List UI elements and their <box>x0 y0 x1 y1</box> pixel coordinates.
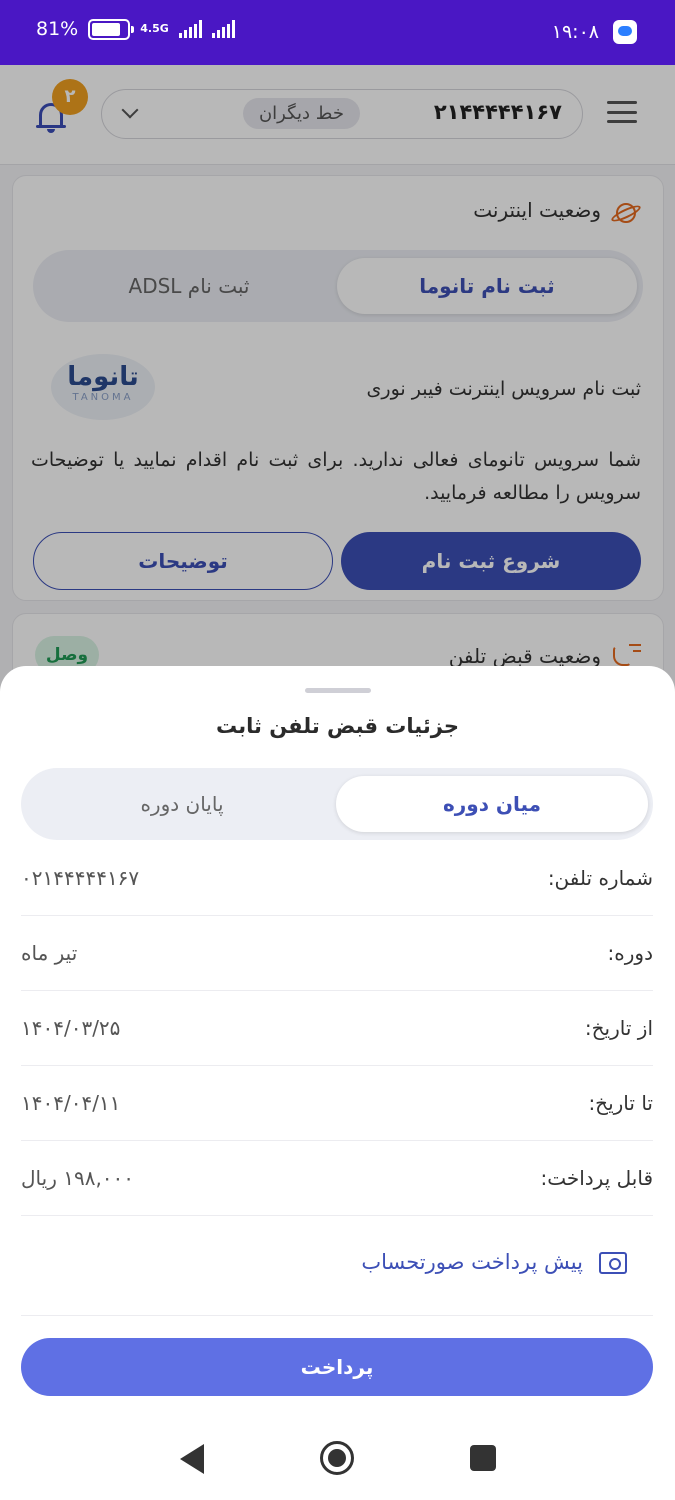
status-bar: 81% 4.5G ۱۹:۰۸ <box>0 0 675 65</box>
pay-button[interactable]: پرداخت <box>21 1338 653 1396</box>
detail-row-phone: شماره تلفن: ۰۲۱۴۴۴۴۴۱۶۷ <box>21 841 653 916</box>
signal-icon <box>178 20 202 38</box>
invoice-icon <box>599 1252 627 1274</box>
phone-bill-details-sheet: جزئیات قبض تلفن ثابت میان دوره پایان دور… <box>0 666 675 1500</box>
battery-percent: 81% <box>36 18 79 40</box>
tab-mid-period[interactable]: میان دوره <box>336 776 648 832</box>
detail-row-from-date: از تاریخ: ۱۴۰۴/۰۳/۲۵ <box>21 991 653 1066</box>
signal-icon-2 <box>211 20 235 38</box>
clock: ۱۹:۰۸ <box>551 21 599 43</box>
invoice-prepayment-link[interactable]: پیش پرداخت صورتحساب <box>21 1216 653 1316</box>
back-icon[interactable] <box>180 1444 204 1474</box>
battery-icon <box>88 18 135 40</box>
message-notification-icon <box>613 20 637 44</box>
detail-row-amount: قابل پرداخت: ۱۹۸,۰۰۰ ریال <box>21 1141 653 1216</box>
app-screen: ۲۱۴۴۴۴۴۱۶۷ خط دیگران ۲ وضعیت اینترنت ثبت… <box>0 65 675 1500</box>
tab-end-period[interactable]: پایان دوره <box>26 776 338 832</box>
system-navigation-bar <box>0 1420 675 1500</box>
home-icon[interactable] <box>320 1441 354 1475</box>
detail-row-to-date: تا تاریخ: ۱۴۰۴/۰۴/۱۱ <box>21 1066 653 1141</box>
recent-apps-icon[interactable] <box>470 1445 496 1471</box>
prepay-label: پیش پرداخت صورتحساب <box>361 1250 583 1274</box>
sheet-title: جزئیات قبض تلفن ثابت <box>216 714 459 738</box>
sheet-drag-handle[interactable] <box>305 688 371 693</box>
bill-period-tabs: میان دوره پایان دوره <box>21 768 653 840</box>
detail-row-period: دوره: تیر ماه <box>21 916 653 991</box>
network-type: 4.5G <box>140 22 169 35</box>
